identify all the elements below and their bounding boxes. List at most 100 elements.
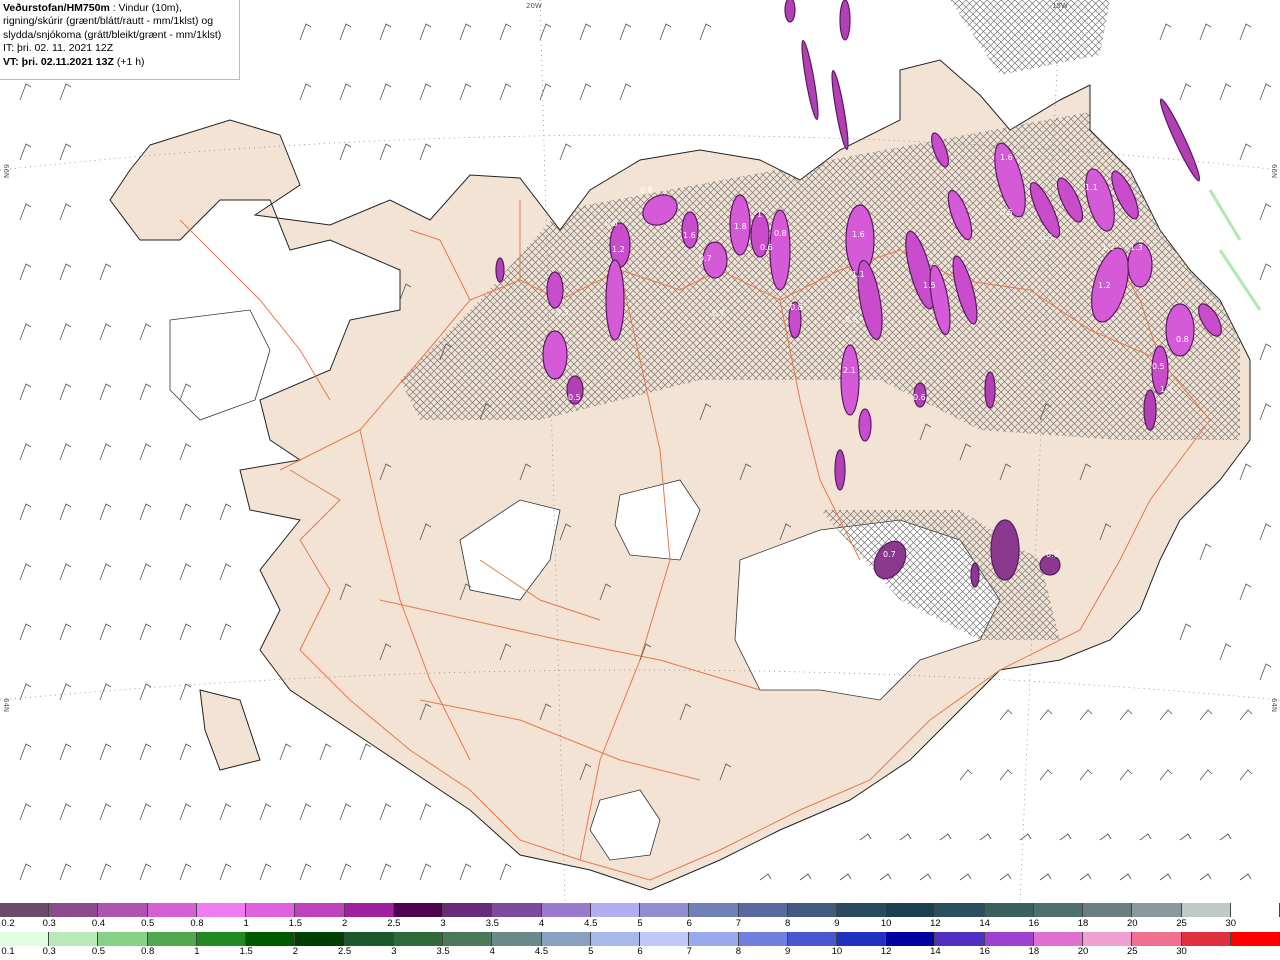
- snow_scale-label: 5: [637, 918, 643, 929]
- rain_scale-label: 2.5: [338, 946, 352, 957]
- snow_scale-swatch: [935, 903, 985, 917]
- precip-label: 1: [757, 210, 762, 219]
- rain_scale-label: 30: [1176, 946, 1187, 957]
- rain_scale-swatch: [738, 932, 788, 946]
- rain_scale-label: 5: [588, 946, 594, 957]
- rain_scale-label: 0.5: [91, 946, 106, 957]
- precip-label: 0.5: [1152, 362, 1165, 371]
- snow_scale-label: 0.4: [91, 918, 106, 929]
- rain_scale-label: 9: [785, 946, 791, 957]
- snow_scale-label: 1: [243, 918, 249, 929]
- snow_scale-swatch: [689, 903, 739, 917]
- precip-label: 1.5: [923, 281, 936, 290]
- precip-label: 1.8: [734, 222, 747, 231]
- rain_scale-swatch: [689, 932, 739, 946]
- snow_scale-label: 1.5: [288, 918, 302, 929]
- precip-label: 1.1: [1085, 183, 1098, 192]
- title-desc-2: rigning/skúrir (grænt/blátt/rautt - mm/1…: [3, 15, 214, 28]
- rain_scale-label: 25: [1127, 946, 1138, 957]
- rain_scale-swatch: [246, 932, 296, 946]
- lon-label-20w: 20W: [526, 2, 542, 10]
- snow_scale-label: 16: [1028, 918, 1040, 929]
- rain_scale-swatch: [836, 932, 887, 946]
- rain_scale-label: 10: [831, 946, 843, 957]
- rain_scale-swatch: [147, 932, 197, 946]
- snow_scale-label: 3.5: [485, 918, 499, 929]
- snow_scale-label: 18: [1077, 918, 1089, 929]
- snow_scale-label: 3: [440, 918, 446, 929]
- rain_scale-swatch: [984, 932, 1034, 946]
- precip-label: 0.7: [699, 254, 712, 263]
- snow_scale-label: 25: [1176, 918, 1187, 929]
- precip-label: 0.5: [845, 315, 858, 324]
- snow_scale-label: 30: [1225, 918, 1237, 929]
- snow_scale-swatch: [98, 903, 148, 917]
- rain_scale-label: 20: [1077, 946, 1089, 957]
- rain-streaks: [1208, 189, 1262, 311]
- rain_scale-label: 4.5: [534, 946, 549, 957]
- rain_scale-swatch: [393, 932, 444, 946]
- precip-label: 1.6: [852, 230, 865, 239]
- precip-label: 0.8: [1176, 335, 1189, 344]
- snow_scale-label: 4: [538, 918, 545, 929]
- model-name: Veðurstofan/HM750m: [3, 2, 110, 14]
- precip-label: 1.1: [852, 270, 865, 279]
- precip-label: 0.7: [712, 309, 725, 318]
- rain_scale-swatch: [886, 932, 936, 946]
- snow_scale-swatch: [1033, 903, 1084, 917]
- rain_scale-label: 0.3: [42, 946, 56, 957]
- rain_scale-swatch: [492, 932, 542, 946]
- snow_scale-label: 20: [1127, 918, 1138, 929]
- map-title-box: Veðurstofan/HM750m : Vindur (10m), rigni…: [0, 0, 240, 80]
- snow_scale-swatch: [246, 903, 296, 917]
- snow_scale-label: 10: [880, 918, 892, 929]
- precip-label: 0.8: [640, 186, 653, 195]
- snow_scale-label: 9: [834, 918, 840, 929]
- snow_scale-swatch: [295, 903, 345, 917]
- rain-scale-labels: 0.1 0.3 0.5 0.8 1 1.5 2 2.5 3 3.5 4 4.5 5 6 7 8 9 10 12 14 1…: [0, 946, 1280, 958]
- rain_scale-label: 1: [194, 946, 200, 957]
- snow_scale-label: 6: [686, 918, 692, 929]
- lon-label-15w: 15W: [1052, 2, 1068, 10]
- rain_scale-swatch: [49, 932, 99, 946]
- snow_scale-swatch: [738, 903, 788, 917]
- precip-label: 0.5: [568, 393, 581, 402]
- rain_scale-swatch: [640, 932, 690, 946]
- precip-label: 2.1: [843, 366, 856, 375]
- snow_scale-swatch: [492, 903, 542, 917]
- rain_scale-label: 16: [979, 946, 990, 957]
- rain-color-scale: [0, 932, 1280, 946]
- snow_scale-label: 0.2: [1, 918, 15, 929]
- snow_scale-swatch: [1230, 903, 1280, 917]
- precip-label: 0.6: [913, 393, 926, 402]
- precip-label: 0.7: [883, 550, 896, 559]
- snow_scale-swatch: [886, 903, 936, 917]
- precip-label: 1.2: [1098, 281, 1111, 290]
- snow_scale-label: 0.3: [42, 918, 56, 929]
- rain_scale-label: 1.5: [239, 946, 253, 957]
- rain_scale-label: 3.5: [436, 946, 450, 957]
- precip-label: 0.6: [605, 219, 618, 228]
- snow_scale-swatch: [196, 903, 247, 917]
- rain_scale-label: 0.8: [141, 946, 155, 957]
- rain_scale-label: 14: [930, 946, 941, 957]
- rain_scale-swatch: [1132, 932, 1182, 946]
- snow_scale-swatch: [1083, 903, 1133, 917]
- rain_scale-swatch: [1181, 932, 1231, 946]
- rain_scale-swatch: [1230, 932, 1280, 946]
- snow_scale-swatch: [787, 903, 837, 917]
- issue-time: IT: þri. 02. 11. 2021 12Z: [3, 42, 114, 55]
- lat-label-66n-right: 66N: [1270, 164, 1278, 179]
- rain_scale-swatch: [295, 932, 345, 946]
- rain_scale-label: 0.1: [1, 946, 15, 957]
- snow_scale-swatch: [49, 903, 99, 917]
- rain_scale-swatch: [1083, 932, 1133, 946]
- snow_scale-label: 2.5: [387, 918, 401, 929]
- snow_scale-swatch: [1181, 903, 1231, 917]
- precip-label: 1.6: [1000, 153, 1013, 162]
- snow_scale-label: 0.8: [190, 918, 204, 929]
- lat-label-64n-left: 64N: [2, 698, 10, 713]
- snow_scale-swatch: [1132, 903, 1182, 917]
- snow_scale-swatch: [541, 903, 591, 917]
- rain_scale-label: 8: [735, 946, 742, 957]
